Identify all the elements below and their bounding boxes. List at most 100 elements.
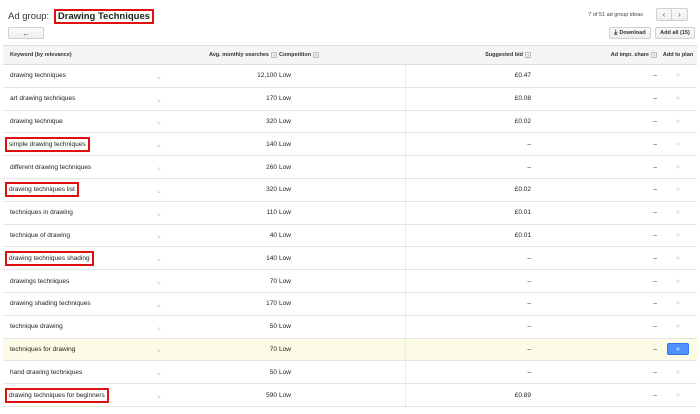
keyword-cell: techniques in drawing	[10, 202, 145, 224]
trend-chart-icon[interactable]: ⌞	[149, 65, 169, 87]
double-chevron-right-icon: »	[676, 254, 680, 262]
double-chevron-right-icon: »	[676, 368, 680, 376]
trend-chart-icon[interactable]: ⌞	[149, 316, 169, 338]
double-chevron-right-icon: »	[676, 231, 680, 239]
download-button[interactable]: ⤓ Download	[609, 27, 651, 39]
help-icon[interactable]: ?	[651, 52, 657, 58]
trend-chart-icon[interactable]: ⌞	[149, 384, 169, 406]
back-button[interactable]: ←	[8, 27, 44, 39]
keyword-text: art drawing techniques	[10, 95, 76, 103]
trend-chart-icon[interactable]: ⌞	[149, 270, 169, 292]
table-row: drawing techniques for beginners ⌞ 590 Low £…	[3, 384, 697, 407]
add-all-button[interactable]: Add all (15)	[655, 27, 695, 39]
competition-cell: Low	[279, 72, 291, 80]
keyword-text: drawing techniques shading	[5, 250, 94, 266]
suggested-bid-cell: –	[527, 368, 531, 376]
add-all-label: Add all (15)	[660, 30, 690, 36]
add-to-plan-button[interactable]: »	[676, 164, 680, 171]
add-to-plan-button[interactable]: »	[676, 392, 680, 399]
keyword-cell: drawing shading techniques	[10, 293, 145, 315]
add-to-plan-button[interactable]: »	[676, 72, 680, 79]
add-to-plan-button[interactable]: »	[676, 278, 680, 285]
suggested-bid-cell: £0.89	[514, 391, 531, 399]
add-to-plan-button[interactable]: »	[676, 209, 680, 216]
keyword-table: Keyword (by relevance) Avg. monthly sear…	[3, 45, 697, 407]
trend-chart-icon[interactable]: ⌞	[149, 293, 169, 315]
suggested-bid-cell: –	[527, 300, 531, 308]
help-icon[interactable]: ?	[271, 52, 277, 58]
keyword-text: drawing techniques for beginners	[5, 387, 109, 403]
trend-chart-icon[interactable]: ⌞	[149, 179, 169, 201]
add-to-plan-button[interactable]: »	[676, 369, 680, 376]
pager-status: 7 of 51 ad group ideas	[588, 12, 643, 18]
add-to-plan-button[interactable]: »	[676, 255, 680, 262]
competition-cell: Low	[279, 95, 291, 103]
double-chevron-right-icon: »	[676, 345, 680, 353]
trend-chart-icon[interactable]: ⌞	[149, 156, 169, 178]
add-to-plan-button[interactable]: »	[667, 343, 689, 356]
trend-chart-icon[interactable]: ⌞	[149, 111, 169, 133]
column-header-avg-searches[interactable]: Avg. monthly searches?	[171, 46, 277, 64]
page-title: Ad group: Drawing Techniques	[8, 9, 155, 24]
add-to-plan-button[interactable]: »	[676, 186, 680, 193]
keyword-cell: technique of drawing	[10, 225, 145, 247]
help-icon[interactable]: ?	[525, 52, 531, 58]
add-to-plan-cell: »	[659, 293, 697, 315]
competition-cell: Low	[279, 186, 291, 194]
column-header-suggested-bid[interactable]: Suggested bid?	[405, 46, 531, 64]
trend-chart-icon[interactable]: ⌞	[149, 247, 169, 269]
add-to-plan-cell: »	[659, 88, 697, 110]
previous-button[interactable]: ‹	[656, 8, 672, 21]
add-to-plan-cell: »	[659, 202, 697, 224]
add-to-plan-button[interactable]: »	[676, 95, 680, 102]
double-chevron-right-icon: »	[676, 209, 680, 217]
column-header-add-to-plan: Add to plan	[662, 52, 694, 58]
add-to-plan-button[interactable]: »	[676, 141, 680, 148]
add-to-plan-button[interactable]: »	[676, 118, 680, 125]
add-to-plan-button[interactable]: »	[676, 300, 680, 307]
column-header-ad-impr-share[interactable]: Ad impr. share?	[533, 46, 657, 64]
competition-cell: Low	[279, 345, 291, 353]
ad-impr-share-cell: –	[653, 254, 657, 262]
trend-chart-icon[interactable]: ⌞	[149, 225, 169, 247]
competition-cell: Low	[279, 277, 291, 285]
table-row: drawings techniques ⌞ 70 Low – – »	[3, 270, 697, 293]
competition-cell: Low	[279, 163, 291, 171]
double-chevron-right-icon: »	[676, 140, 680, 148]
trend-chart-icon[interactable]: ⌞	[149, 133, 169, 155]
keyword-cell: drawings techniques	[10, 270, 145, 292]
chevron-right-icon: ›	[678, 10, 681, 19]
competition-cell: Low	[279, 231, 291, 239]
suggested-bid-cell: –	[527, 345, 531, 353]
column-header-keyword[interactable]: Keyword (by relevance)	[10, 46, 145, 64]
suggested-bid-cell: £0.02	[514, 186, 531, 194]
ad-impr-share-cell: –	[653, 140, 657, 148]
ad-impr-share-cell: –	[653, 72, 657, 80]
trend-chart-icon[interactable]: ⌞	[149, 361, 169, 383]
avg-searches-cell: 40	[269, 231, 277, 239]
competition-cell: Low	[279, 254, 291, 262]
ad-impr-share-cell: –	[653, 300, 657, 308]
table-row: techniques in drawing ⌞ 110 Low £0.01 – »	[3, 201, 697, 225]
suggested-bid-cell: –	[527, 163, 531, 171]
ad-group-prefix: Ad group:	[8, 11, 50, 22]
competition-cell: Low	[279, 140, 291, 148]
trend-chart-icon[interactable]: ⌞	[149, 339, 169, 361]
competition-cell: Low	[279, 391, 291, 399]
trend-chart-icon[interactable]: ⌞	[149, 88, 169, 110]
keyword-text: hand drawing techniques	[10, 368, 83, 376]
next-button[interactable]: ›	[672, 8, 688, 21]
ad-impr-share-cell: –	[653, 95, 657, 103]
add-to-plan-cell: »	[659, 179, 697, 201]
add-to-plan-button[interactable]: »	[676, 232, 680, 239]
ad-impr-share-cell: –	[653, 277, 657, 285]
avg-searches-cell: 50	[269, 323, 277, 331]
keyword-text: technique of drawing	[10, 231, 70, 239]
help-icon[interactable]: ?	[313, 52, 320, 58]
suggested-bid-cell: £0.01	[514, 209, 531, 217]
trend-chart-icon[interactable]: ⌞	[149, 202, 169, 224]
keyword-cell: art drawing techniques	[10, 88, 145, 110]
add-to-plan-button[interactable]: »	[676, 323, 680, 330]
keyword-cell: techniques for drawing	[10, 339, 145, 361]
column-header-competition[interactable]: Competition?	[279, 46, 399, 64]
